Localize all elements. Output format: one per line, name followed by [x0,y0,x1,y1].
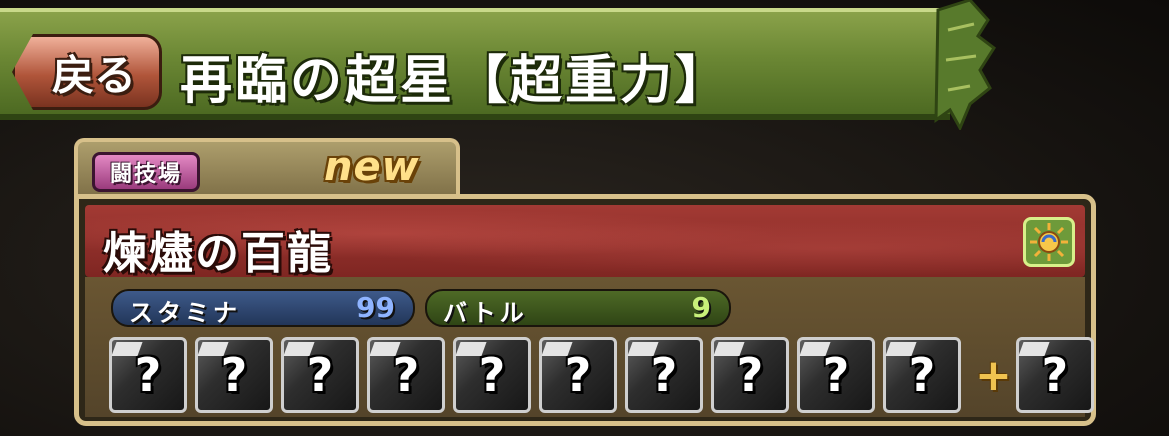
battle-stat: バトル 9 [425,289,731,327]
stamina-value: 99 [356,291,395,324]
unknown-drop-slot: ? [539,337,617,413]
unknown-drop-slot: ? [883,337,961,413]
stamina-label: スタミナ [129,299,241,327]
unknown-drop-slot: ? [797,337,875,413]
category-badge: 闘技場 [92,152,200,192]
category-badge-label: 闘技場 [109,162,182,187]
battle-value: 9 [691,291,711,324]
back-button[interactable]: 戻る [12,34,162,110]
stamina-stat: スタミナ 99 [111,289,415,327]
unknown-drop-slot: ? [453,337,531,413]
floor-name: 煉燼の百龍 [103,228,333,279]
plus-icon: + [975,349,1012,401]
unknown-drop-slot: ? [367,337,445,413]
unknown-drop-slot: ? [625,337,703,413]
unknown-drop-slot: ? [195,337,273,413]
floor-info: スタミナ 99 バトル 9 ? ? ? ? ? ? ? ? ? ? + ? [85,277,1094,417]
unknown-drop-slot: ? [109,337,187,413]
drop-list: ? ? ? ? ? ? ? ? ? ? + ? [109,337,1094,413]
unknown-drop-slot: ? [711,337,789,413]
unknown-drop-slot: ? [281,337,359,413]
back-button-label: 戻る [51,50,136,100]
floor-tab: 闘技場 new [74,138,460,200]
sun-icon [1023,217,1075,267]
floor-panel[interactable]: 煉燼の百龍 スタミナ 99 バトル 9 ? ? ? ? ? ? ? ? ? ? … [74,194,1096,426]
dragon-wing-ornament [934,0,997,130]
extra-drop-slot: ? [1015,337,1094,413]
new-label: new [324,144,420,190]
dungeon-title: 再臨の超星【超重力】 [180,51,731,111]
battle-label: バトル [443,299,528,327]
floor-name-band: 煉燼の百龍 [85,205,1085,279]
title-bar: 戻る 再臨の超星【超重力】 [0,8,950,120]
